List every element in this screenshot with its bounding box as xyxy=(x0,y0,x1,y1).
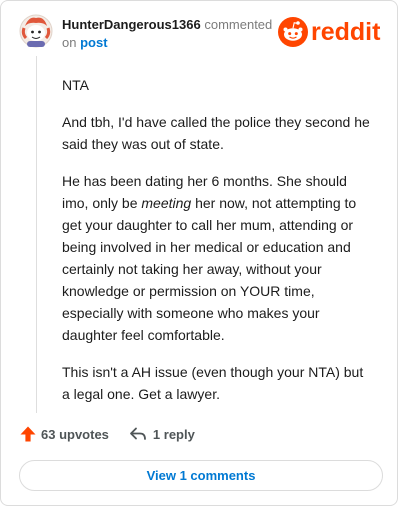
reddit-snoo-icon xyxy=(278,17,308,47)
comment-paragraph-2: And tbh, I'd have called the police they… xyxy=(62,114,370,152)
view-comments-button[interactable]: View 1 comments xyxy=(19,460,383,491)
reddit-logo[interactable]: reddit xyxy=(278,17,380,47)
avatar-icon xyxy=(19,14,53,48)
comment-actions: 63 upvotes 1 reply xyxy=(19,425,195,443)
reddit-wordmark: reddit xyxy=(311,18,381,46)
on-label: on xyxy=(62,35,77,50)
comment-paragraph-3: He has been dating her 6 months. She sho… xyxy=(62,170,372,346)
upvote-button[interactable]: 63 upvotes xyxy=(19,425,109,443)
paragraph-3-emphasis: meeting xyxy=(141,195,192,211)
commented-label: commented xyxy=(204,17,273,32)
paragraph-3-text-b: her now, not attempting to get your daug… xyxy=(62,195,357,343)
reply-arrow-icon xyxy=(130,427,146,440)
thread-line[interactable] xyxy=(36,56,37,413)
upvote-count: 63 upvotes xyxy=(41,426,109,442)
reply-count: 1 reply xyxy=(152,426,195,442)
post-link[interactable]: post xyxy=(80,35,107,50)
user-avatar[interactable] xyxy=(19,14,53,48)
comment-body: NTA And tbh, I'd have called the police … xyxy=(62,74,372,420)
comment-paragraph-4: This isn't a AH issue (even though your … xyxy=(62,364,364,402)
comment-header: HunterDangerous1366 commented on post xyxy=(62,16,277,52)
username-link[interactable]: HunterDangerous1366 xyxy=(62,17,201,32)
arrow-up-icon xyxy=(20,426,36,442)
reply-button[interactable]: 1 reply xyxy=(129,426,195,442)
comment-paragraph-1: NTA xyxy=(62,77,89,93)
comment-card: HunterDangerous1366 commented on post re… xyxy=(0,0,398,506)
